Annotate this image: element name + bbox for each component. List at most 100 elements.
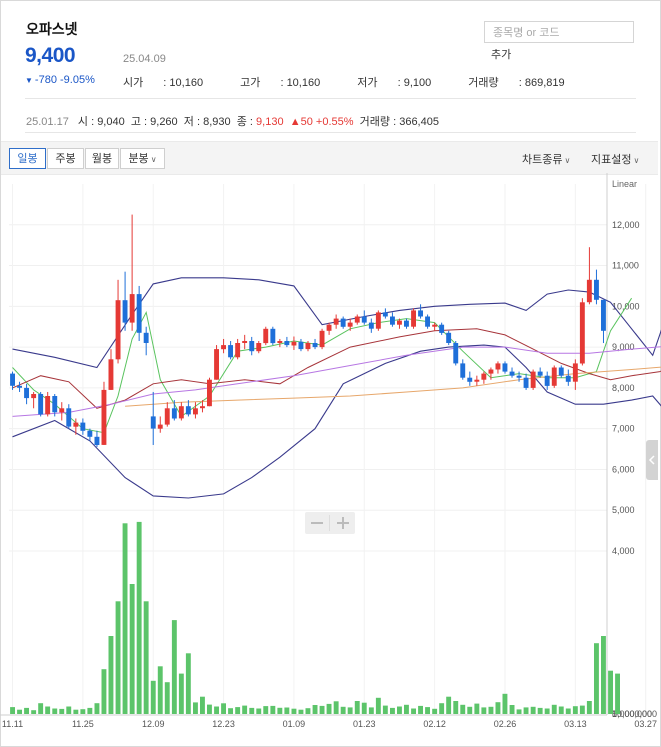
candle-body (319, 330, 325, 348)
candle-body (129, 294, 135, 323)
volume-bar (340, 706, 346, 714)
volume-bar (277, 707, 283, 714)
volume-bar (24, 707, 29, 714)
candle-body (312, 343, 318, 348)
date-tick-label: 12.23 (212, 719, 235, 729)
volume-bar (221, 703, 226, 714)
volume-bar (579, 705, 585, 714)
divider (25, 98, 636, 99)
candle-body (375, 312, 381, 329)
volume-bar (537, 707, 543, 714)
candlestick-chart[interactable]: Linear4,0005,0006,0007,0008,0009,00010,0… (0, 173, 661, 745)
volume-bar (129, 584, 135, 714)
zoom-control (305, 512, 355, 534)
side-panel-handle[interactable] (646, 440, 658, 480)
volume-bar (375, 697, 381, 714)
volume-bar (17, 709, 22, 714)
candle-body (474, 379, 480, 382)
volume-bar (333, 701, 339, 714)
volume-bar (52, 708, 58, 714)
date-tick-label: 11.25 (72, 719, 94, 729)
candle-body (193, 408, 198, 415)
date-tick-label: 03.27 (634, 719, 657, 729)
candle-body (488, 369, 494, 374)
scale-label: Linear (612, 179, 637, 189)
tab-weekly[interactable]: 주봉 (47, 148, 84, 169)
candle-body (157, 424, 163, 429)
volume-bar (404, 704, 409, 714)
candle-body (178, 406, 184, 419)
candle-body (171, 408, 177, 419)
candle-body (17, 385, 22, 388)
candle-body (38, 394, 44, 415)
tab-minute[interactable]: 분봉 ∨ (120, 148, 165, 169)
tab-daily[interactable]: 일봉 (9, 148, 46, 169)
price-tick-label: 8,000 (612, 383, 635, 393)
candle-body (59, 408, 65, 413)
candle-body (136, 294, 142, 333)
volume-bar (185, 653, 191, 714)
volume-bar (481, 707, 487, 714)
volume-bar (565, 708, 571, 714)
volume-bar (326, 703, 332, 714)
volume-bar (572, 706, 578, 714)
candle-body (446, 332, 452, 343)
candle-body (80, 422, 86, 431)
candle-body (263, 328, 269, 344)
volume-bar (235, 707, 241, 714)
candle-body (24, 387, 29, 399)
stock-search-box[interactable] (484, 21, 634, 43)
date-tick-label: 01.23 (353, 719, 376, 729)
volume-bar (157, 666, 163, 714)
candle-body (73, 422, 79, 427)
volume-bar (10, 707, 15, 714)
chevron-left-icon (648, 455, 655, 465)
candle-body (418, 310, 423, 317)
candle-body (404, 320, 409, 327)
add-stock-button[interactable]: 추가 (491, 46, 511, 62)
volume-bar (66, 706, 72, 714)
volume-bar (59, 708, 65, 714)
candle-body (390, 316, 395, 325)
candle-body (115, 300, 121, 360)
candle-body (340, 318, 346, 327)
indicator-settings-menu[interactable]: 지표설정 ∨ (591, 151, 639, 167)
candle-body (242, 341, 248, 343)
volume-bar (495, 702, 501, 714)
volume-bar (530, 706, 536, 714)
candle-body (284, 341, 290, 346)
candle-body (594, 279, 599, 300)
volume-bar (312, 705, 318, 714)
chevron-down-icon: ∨ (150, 155, 157, 164)
volume-bar (446, 696, 452, 714)
price-change: ▼ -780 -9.05% (25, 74, 95, 86)
candle-body (221, 345, 226, 350)
candle-body (207, 379, 212, 407)
change-percent: -9.05% (60, 74, 95, 86)
volume-bar (509, 705, 515, 714)
candle-body (565, 375, 571, 382)
tab-monthly[interactable]: 월봉 (85, 148, 119, 169)
volume-bar (284, 707, 290, 714)
down-triangle-icon: ▼ (25, 76, 33, 85)
volume-bar (214, 706, 219, 714)
volume-bar (523, 707, 529, 714)
chart-type-menu[interactable]: 차트종류 ∨ (522, 151, 570, 167)
stock-search-input[interactable] (491, 23, 631, 43)
volume-bar (544, 708, 550, 714)
volume-bar (101, 669, 107, 714)
volume-bar (453, 701, 459, 714)
volume-bar (150, 680, 156, 714)
candle-body (502, 363, 508, 372)
up-triangle-icon: ▲ (289, 116, 301, 128)
price-tick-label: 5,000 (612, 505, 635, 515)
candle-body (256, 343, 262, 352)
volume-bar (516, 709, 522, 714)
candle-body (439, 324, 445, 333)
stock-name: 오파스넷 (26, 21, 78, 37)
date-tick-label: 02.26 (494, 719, 517, 729)
volume-bar (193, 702, 198, 714)
volume-bar (474, 703, 480, 714)
volume-bar (361, 702, 367, 714)
daily-stats: 시가 : 10,160 고가 : 10,160 저가 : 9,100 거래량 :… (123, 74, 599, 90)
